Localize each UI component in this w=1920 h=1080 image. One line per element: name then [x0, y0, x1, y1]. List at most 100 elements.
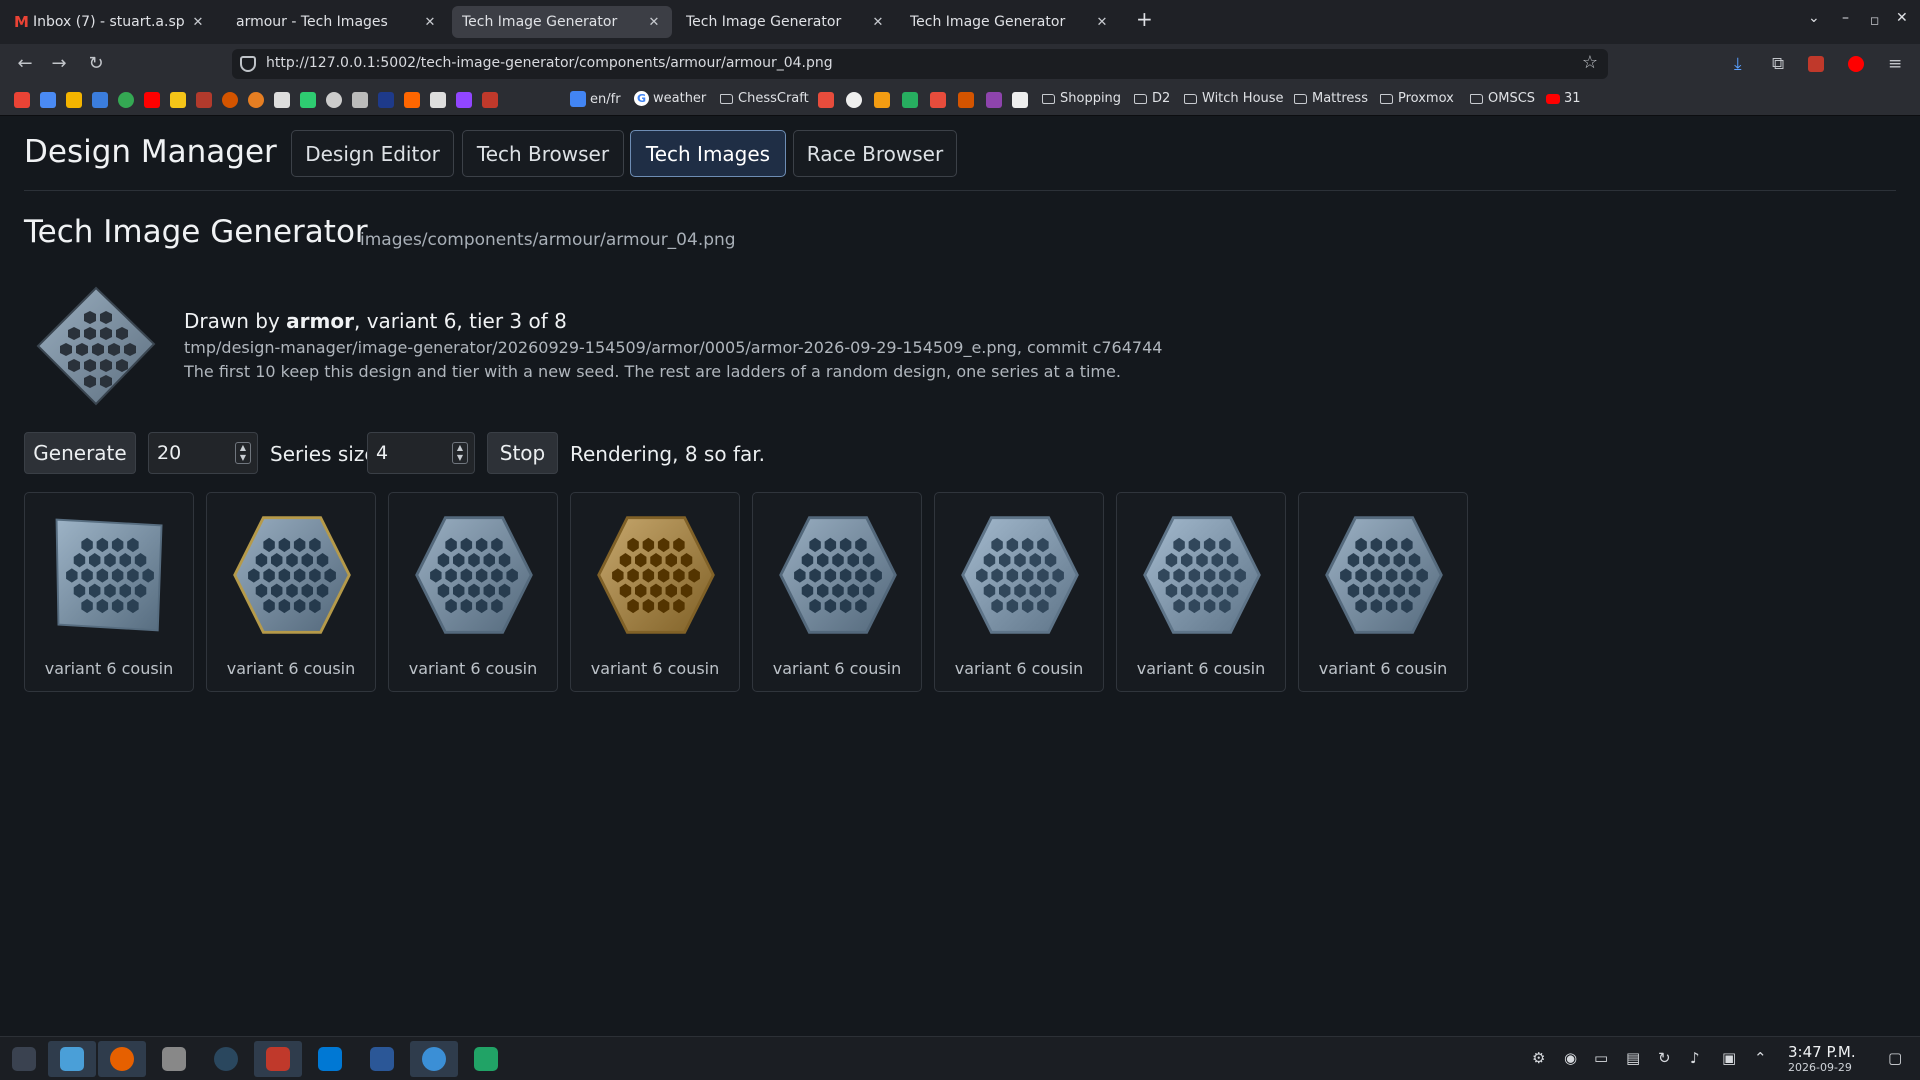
bookmark-folder-mattress[interactable]: Mattress [1294, 91, 1368, 106]
sync-icon[interactable]: ↻ [1658, 1049, 1671, 1067]
result-card[interactable]: variant 6 cousin [570, 492, 740, 692]
drive-bookmark-icon[interactable] [66, 92, 82, 108]
bookmark-en-fr[interactable]: en/fr [570, 91, 621, 107]
bookmark-icon[interactable] [300, 92, 316, 108]
bookmark-icon[interactable] [846, 92, 862, 108]
bookmark-icon[interactable] [986, 92, 1002, 108]
bookmark-icon[interactable] [874, 92, 890, 108]
close-icon[interactable]: ✕ [870, 15, 886, 30]
bookmark-folder-proxmox[interactable]: Proxmox [1380, 91, 1454, 106]
browser-tab-armour[interactable]: armour - Tech Images ✕ [226, 6, 448, 38]
result-card[interactable]: variant 6 cousin [1116, 492, 1286, 692]
bookmark-icon[interactable] [930, 92, 946, 108]
close-icon[interactable]: ✕ [422, 15, 438, 30]
close-icon[interactable]: ✕ [190, 15, 206, 30]
bookmark-folder-chesscraft[interactable]: ChessCraft [720, 91, 809, 106]
bookmark-icon[interactable] [222, 92, 238, 108]
maximize-icon[interactable]: ◻ [1870, 14, 1879, 27]
nav-tab-tech-images[interactable]: Tech Images [630, 130, 786, 177]
unity-icon[interactable] [150, 1041, 198, 1077]
volume-icon[interactable]: ♪ [1690, 1049, 1700, 1067]
back-arrow-icon[interactable]: ← [14, 53, 36, 75]
result-card[interactable]: variant 6 cousin [388, 492, 558, 692]
close-icon[interactable]: ✕ [646, 15, 662, 30]
bookmark-folder-shopping[interactable]: Shopping [1042, 91, 1121, 106]
result-card[interactable]: variant 6 cousin [934, 492, 1104, 692]
bookmark-icon[interactable] [352, 92, 368, 108]
youtube-ext-icon[interactable] [1848, 56, 1864, 72]
gmail-bookmark-icon[interactable] [14, 92, 30, 108]
bookmark-icon[interactable] [818, 92, 834, 108]
minimize-icon[interactable]: – [1842, 10, 1849, 26]
tab-list-chevron-icon[interactable]: ⌄ [1808, 10, 1820, 26]
youtube-bookmark-icon[interactable] [144, 92, 160, 108]
bookmark-icon[interactable] [902, 92, 918, 108]
ublock-icon[interactable] [1808, 56, 1824, 72]
browser-tab-generator-3[interactable]: Tech Image Generator ✕ [900, 6, 1120, 38]
bookmark-icon[interactable] [958, 92, 974, 108]
sheets-icon[interactable] [462, 1041, 510, 1077]
remote-desktop-icon[interactable] [410, 1041, 458, 1077]
forward-arrow-icon[interactable]: → [48, 53, 70, 75]
nav-tab-design-editor[interactable]: Design Editor [291, 130, 454, 177]
result-card[interactable]: variant 6 cousin [1298, 492, 1468, 692]
bookmark-icon[interactable] [196, 92, 212, 108]
twitch-bookmark-icon[interactable] [456, 92, 472, 108]
firefox-icon[interactable] [98, 1041, 146, 1077]
game-icon[interactable] [254, 1041, 302, 1077]
word-icon[interactable] [358, 1041, 406, 1077]
bookmark-icon[interactable] [248, 92, 264, 108]
bookmark-icon[interactable] [482, 92, 498, 108]
clipboard-icon[interactable]: ▤ [1626, 1049, 1640, 1067]
maps-bookmark-icon[interactable] [118, 92, 134, 108]
accessibility-icon[interactable]: ◉ [1564, 1049, 1577, 1067]
notification-bell-icon[interactable]: ⚙ [1532, 1049, 1545, 1067]
browser-tab-generator-active[interactable]: Tech Image Generator ✕ [452, 6, 672, 38]
steam-icon[interactable] [202, 1041, 250, 1077]
result-card[interactable]: variant 6 cousin [752, 492, 922, 692]
browser-tab-generator-2[interactable]: Tech Image Generator ✕ [676, 6, 896, 38]
star-icon[interactable]: ☆ [1582, 52, 1598, 73]
bookmark-weather[interactable]: G weather [634, 91, 706, 106]
bookmark-folder-d2[interactable]: D2 [1134, 91, 1170, 106]
count-field[interactable]: ▲▼ [148, 432, 258, 474]
terminal-icon[interactable]: ▭ [1594, 1049, 1608, 1067]
tray-expand-chevron-icon[interactable]: ⌃ [1754, 1049, 1767, 1067]
nav-tab-tech-browser[interactable]: Tech Browser [462, 130, 624, 177]
count-stepper-icon[interactable]: ▲ ▼ [235, 442, 251, 464]
reload-icon[interactable]: ↻ [85, 53, 107, 75]
browser-tab-gmail[interactable]: M Inbox (7) - stuart.a.spence@ ✕ [4, 6, 216, 38]
bookmark-icon[interactable] [378, 92, 394, 108]
file-manager-icon[interactable] [48, 1041, 96, 1077]
address-bar[interactable]: http://127.0.0.1:5002/tech-image-generat… [232, 49, 1608, 79]
result-card[interactable]: variant 6 cousin [24, 492, 194, 692]
network-icon[interactable]: ▣ [1722, 1049, 1736, 1067]
menu-icon[interactable]: ≡ [1888, 54, 1902, 74]
show-desktop-icon[interactable]: ▢ [1888, 1049, 1902, 1067]
new-tab-icon[interactable]: + [1136, 7, 1153, 31]
clock-time[interactable]: 3:47 P.M. [1788, 1043, 1856, 1061]
result-card[interactable]: variant 6 cousin [206, 492, 376, 692]
close-icon[interactable]: ✕ [1094, 15, 1110, 30]
extensions-icon[interactable]: ⧉ [1772, 54, 1784, 74]
hackernews-bookmark-icon[interactable] [404, 92, 420, 108]
vscode-icon[interactable] [306, 1041, 354, 1077]
bookmark-youtube-31[interactable]: 31 [1546, 91, 1581, 106]
bookmark-icon[interactable] [274, 92, 290, 108]
nav-tab-race-browser[interactable]: Race Browser [793, 130, 957, 177]
series-size-input[interactable] [376, 433, 446, 473]
bookmark-icon[interactable] [430, 92, 446, 108]
series-stepper-icon[interactable]: ▲ ▼ [452, 442, 468, 464]
stop-button[interactable]: Stop [487, 432, 558, 474]
series-size-field[interactable]: ▲▼ [367, 432, 475, 474]
app-launcher-icon[interactable] [0, 1041, 48, 1077]
window-close-icon[interactable]: ✕ [1896, 10, 1908, 26]
bookmark-icon[interactable] [92, 92, 108, 108]
bookmark-icon[interactable] [1012, 92, 1028, 108]
imdb-bookmark-icon[interactable] [170, 92, 186, 108]
calendar-bookmark-icon[interactable] [40, 92, 56, 108]
bookmark-folder-witch-house[interactable]: Witch House [1184, 91, 1284, 106]
bookmark-folder-omscs[interactable]: OMSCS [1470, 91, 1535, 106]
download-icon[interactable]: ⤓ [1734, 54, 1742, 74]
count-input[interactable] [157, 433, 227, 473]
